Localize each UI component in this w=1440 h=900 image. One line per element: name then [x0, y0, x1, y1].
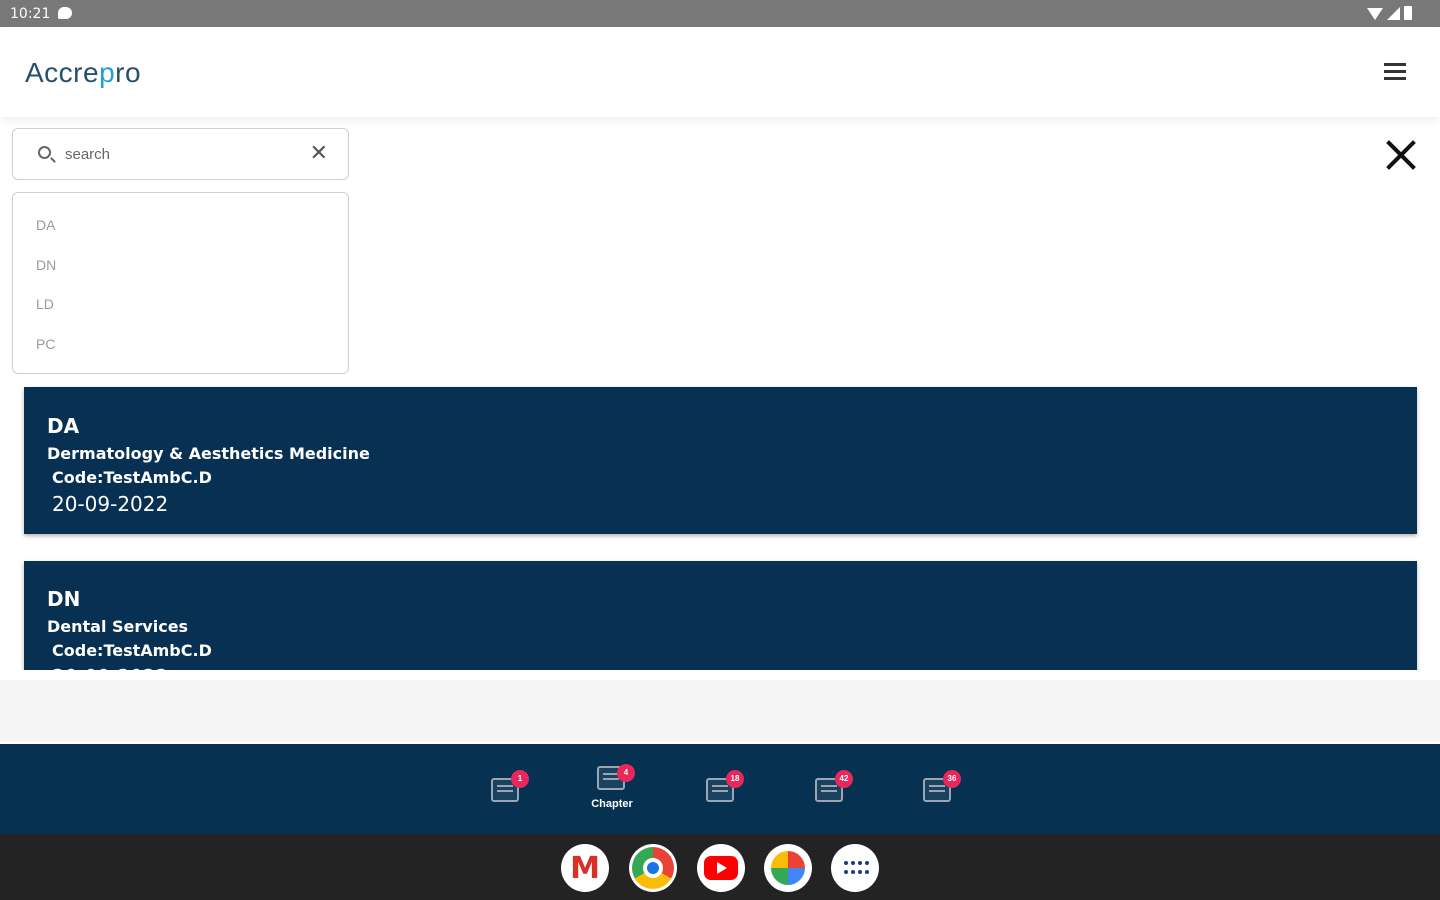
nav-badge: 18 [726, 770, 744, 788]
nav-label: Chapter [591, 798, 633, 810]
filter-option-ld[interactable]: LD [13, 292, 348, 332]
nav-badge: 36 [943, 770, 961, 788]
filter-option-pc[interactable]: PC [13, 332, 348, 372]
logo-text-prefix: Accre [25, 57, 100, 88]
bottom-navigation: 1 4 Chapter 18 42 36 [0, 744, 1440, 834]
close-icon[interactable] [1384, 137, 1418, 171]
filter-suggestion-list: DA DN LD PC [12, 192, 349, 374]
clear-search-icon[interactable]: ✕ [310, 141, 328, 165]
nav-item-report[interactable]: 36 [908, 764, 968, 824]
nav-item-folder[interactable]: 18 [691, 764, 751, 824]
department-date: 20-09-2022 [47, 665, 1417, 670]
nav-item-layers[interactable]: 1 [476, 764, 536, 824]
search-bar[interactable]: ✕ [12, 128, 349, 180]
nav-item-documents[interactable]: 42 [800, 764, 860, 824]
search-icon [38, 146, 51, 159]
department-card-list: DA Dermatology & Aesthetics Medicine Cod… [0, 380, 1440, 670]
nav-badge: 1 [511, 770, 529, 788]
message-notification-icon [58, 7, 72, 19]
menu-icon[interactable] [1384, 63, 1406, 81]
nav-item-chapter[interactable]: 4 Chapter [582, 764, 642, 824]
youtube-app-icon[interactable] [697, 844, 745, 892]
battery-icon [1404, 6, 1412, 20]
content-footer-spacer [0, 680, 1440, 742]
filter-option-da[interactable]: DA [13, 213, 348, 253]
department-name: Dental Services [47, 617, 189, 636]
chrome-app-icon[interactable] [629, 844, 677, 892]
android-dock: M [0, 834, 1440, 900]
status-bar: 10:21 [0, 0, 1440, 27]
app-logo: Accrepro [25, 57, 141, 89]
department-code: DN [47, 587, 81, 611]
department-card[interactable]: DA Dermatology & Aesthetics Medicine Cod… [24, 387, 1417, 534]
search-input[interactable] [65, 143, 285, 165]
gmail-app-icon[interactable]: M [561, 844, 609, 892]
department-code: DA [47, 414, 80, 438]
nav-badge: 42 [835, 770, 853, 788]
status-time: 10:21 [10, 6, 51, 22]
photos-app-icon[interactable] [764, 844, 812, 892]
app-drawer-icon[interactable] [831, 844, 879, 892]
logo-text-accent: p [99, 57, 116, 88]
system-indicators [1367, 6, 1412, 20]
nav-badge: 4 [617, 764, 635, 782]
filter-option-dn[interactable]: DN [13, 253, 348, 293]
department-card[interactable]: DN Dental Services Code:TestAmbC.D 20-09… [24, 561, 1417, 670]
department-date: 20-09-2022 [52, 492, 169, 516]
app-header: Accrepro [0, 27, 1440, 117]
wifi-icon [1367, 8, 1383, 20]
logo-text-suffix: ro [115, 57, 142, 88]
department-code-label: Code:TestAmbC.D [52, 641, 212, 660]
department-name: Dermatology & Aesthetics Medicine [47, 444, 370, 463]
cell-signal-icon [1387, 7, 1400, 20]
department-code-label: Code:TestAmbC.D [52, 468, 212, 487]
